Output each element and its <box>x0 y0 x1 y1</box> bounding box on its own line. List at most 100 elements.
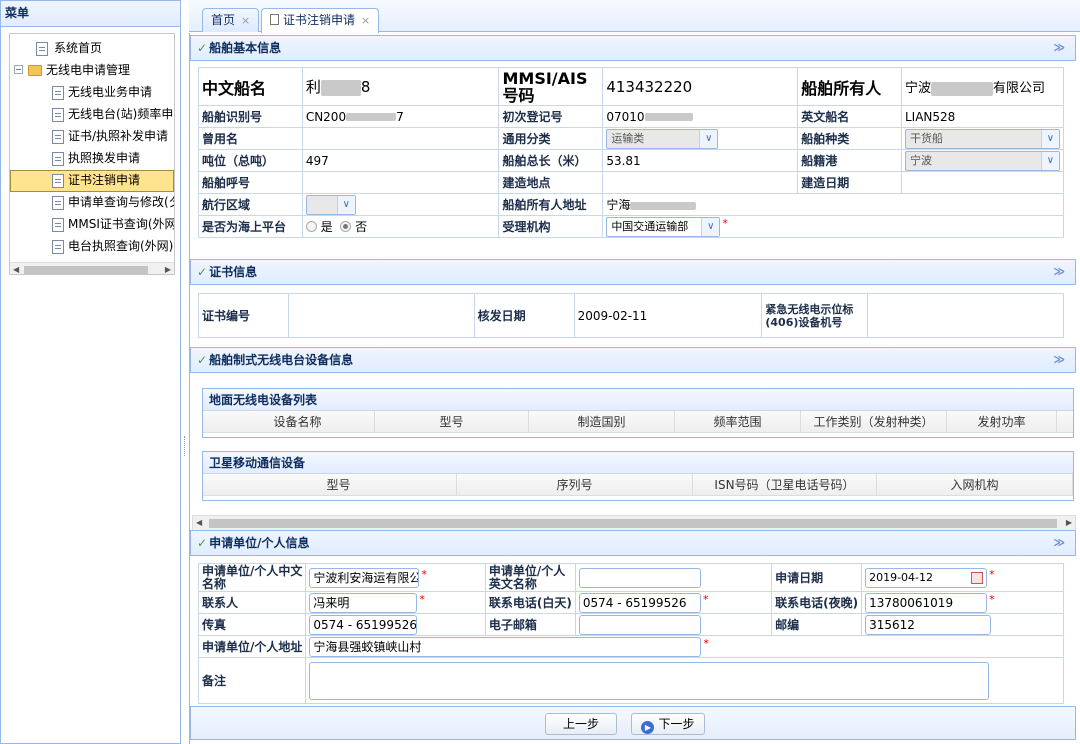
radio-yes[interactable] <box>305 221 317 232</box>
tree-item-label: 电台执照查询(外网) <box>68 239 174 253</box>
file-icon <box>52 196 64 210</box>
tree-item-renew-apply[interactable]: 执照换发申请 <box>10 148 174 170</box>
tree-item-cancel-apply[interactable]: 证书注销申请 <box>10 170 174 192</box>
scroll-left-icon[interactable]: ◀ <box>196 516 202 530</box>
next-button[interactable]: ▶ 下一步 <box>631 713 705 735</box>
applicant-info-table: 申请单位/个人中文名称 宁波利安海运有限公* 申请单位/个人英文名称 申请日期 … <box>197 563 1064 704</box>
tree-item-radio-apply-mgmt[interactable]: − 无线电申请管理 <box>10 60 174 82</box>
callsign-value <box>301 171 500 194</box>
type-label: 船舶种类 <box>797 127 902 150</box>
ground-equipment-header: 设备名称 型号 制造国别 频率范围 工作类别（发射种类） 发射功率 <box>203 411 1073 433</box>
email-input[interactable] <box>578 614 701 635</box>
id-label: 船舶识别号 <box>198 105 303 128</box>
panel-header-applicant[interactable]: ✓ 申请单位/个人信息 ≫ <box>190 530 1076 556</box>
applicant-en-name-input[interactable] <box>578 567 701 588</box>
tree-item-reissue-apply[interactable]: 证书/执照补发申请 <box>10 126 174 148</box>
tree-item-license-query[interactable]: 电台执照查询(外网) <box>10 236 174 258</box>
tree-item-mmsi-query[interactable]: MMSI证书查询(外网 <box>10 214 174 236</box>
close-icon[interactable]: × <box>241 14 250 27</box>
panel-header-cert[interactable]: ✓ 证书信息 ≫ <box>190 259 1076 285</box>
tree-item-query-modify[interactable]: 申请单查询与修改(夕 <box>10 192 174 214</box>
build-date-value <box>900 171 1065 194</box>
type-select[interactable]: 干货船 ∨ <box>904 128 1060 149</box>
contact-input[interactable]: 冯来明 <box>309 592 418 613</box>
length-value: 53.81 <box>602 149 799 172</box>
file-icon <box>52 86 64 100</box>
note-textarea[interactable] <box>309 661 990 700</box>
authority-select[interactable]: 中国交通运输部 ∨ <box>606 216 721 237</box>
file-icon <box>52 174 64 188</box>
tree-item-home[interactable]: 系统首页 <box>10 38 174 60</box>
splitter-grip[interactable] <box>184 436 186 456</box>
col-device-name[interactable]: 设备名称 <box>221 411 375 432</box>
cn-name-label: 中文船名 <box>198 67 303 106</box>
file-icon <box>52 218 64 232</box>
scroll-right-icon[interactable]: ▶ <box>1066 516 1072 530</box>
fax-input[interactable]: 0574 - 65199526 <box>309 614 418 635</box>
scroll-thumb[interactable] <box>209 519 1057 528</box>
chevron-down-icon[interactable]: ∨ <box>699 129 718 148</box>
collapse-icon[interactable]: − <box>14 65 23 74</box>
chevron-down-icon[interactable]: ∨ <box>336 195 355 214</box>
panel-header-radio[interactable]: ✓ 船舶制式无线电台设备信息 ≫ <box>190 347 1076 373</box>
tree-item-label: 申请单查询与修改(夕 <box>68 195 175 209</box>
chevron-down-icon[interactable]: ∨ <box>1040 151 1059 170</box>
layout-splitter[interactable] <box>181 0 189 744</box>
phone-night-input[interactable]: 13780061019 <box>865 592 988 613</box>
address-input[interactable]: 宁海县强蛟镇峡山村 <box>309 636 702 657</box>
chevron-down-icon[interactable]: ∨ <box>1040 129 1059 148</box>
category-select[interactable]: 运输类 ∨ <box>606 128 719 149</box>
category-label: 通用分类 <box>498 127 604 150</box>
close-icon[interactable]: × <box>361 14 370 27</box>
calendar-icon[interactable] <box>971 571 984 584</box>
panel-header-ship[interactable]: ✓ 船舶基本信息 ≫ <box>190 35 1076 61</box>
col-sat-model[interactable]: 型号 <box>221 474 457 495</box>
collapse-icon[interactable]: ≫ <box>1053 36 1065 60</box>
col-work-type[interactable]: 工作类别（发射种类） <box>801 411 947 432</box>
tree-item-frequency-apply[interactable]: 无线电台(站)频率申 <box>10 104 174 126</box>
applicant-cn-name-label: 申请单位/个人中文名称 <box>197 563 307 592</box>
tree-item-label: 无线电业务申请 <box>68 85 153 99</box>
epirb-label: 紧急无线电示位标(406)设备机号 <box>761 293 869 338</box>
applicant-cn-name-input[interactable]: 宁波利安海运有限公 <box>309 567 420 588</box>
tab-cert-cancel[interactable]: 证书注销申请 × <box>261 8 380 33</box>
owner-addr-value: 宁海 <box>602 193 1064 216</box>
apply-date-input[interactable]: 2019-04-12 <box>865 567 988 588</box>
tab-home[interactable]: 首页 × <box>202 8 260 32</box>
collapse-icon[interactable]: ≫ <box>1053 348 1065 372</box>
col-network[interactable]: 入网机构 <box>877 474 1073 495</box>
collapse-icon[interactable]: ≫ <box>1053 531 1065 555</box>
email-cell <box>574 613 773 636</box>
scroll-right-icon[interactable]: ▶ <box>165 263 171 274</box>
phone-day-label: 联系电话(白天) <box>484 591 576 614</box>
col-isn[interactable]: ISN号码（卫星电话号码） <box>693 474 877 495</box>
required-mark: * <box>703 636 709 650</box>
ground-equipment-grid: 地面无线电设备列表 设备名称 型号 制造国别 频率范围 工作类别（发射种类） 发… <box>202 388 1074 438</box>
scroll-thumb[interactable] <box>24 266 148 274</box>
length-label: 船舶总长（米） <box>498 149 604 172</box>
port-select[interactable]: 宁波 ∨ <box>904 150 1060 171</box>
horizontal-scrollbar[interactable]: ◀ ▶ <box>192 515 1076 531</box>
satellite-equipment-title: 卫星移动通信设备 <box>203 452 1073 474</box>
collapse-icon[interactable]: ≫ <box>1053 260 1065 284</box>
col-country[interactable]: 制造国别 <box>529 411 675 432</box>
radio-no[interactable] <box>340 221 352 232</box>
phone-day-input[interactable]: 0574 - 65199526 <box>578 592 701 613</box>
col-power[interactable]: 发射功率 <box>947 411 1057 432</box>
authority-label: 受理机构 <box>498 215 604 238</box>
col-serial[interactable]: 序列号 <box>457 474 693 495</box>
chevron-down-icon[interactable]: ∨ <box>701 217 720 236</box>
button-bar: 上一步 ▶ 下一步 <box>190 706 1076 740</box>
build-place-label: 建造地点 <box>498 171 604 194</box>
tree-item-label: 执照换发申请 <box>68 151 141 165</box>
zip-input[interactable]: 315612 <box>865 614 992 635</box>
area-select[interactable]: ∨ <box>305 194 356 215</box>
prev-button[interactable]: 上一步 <box>545 713 617 735</box>
col-model[interactable]: 型号 <box>375 411 529 432</box>
applicant-en-name-label: 申请单位/个人英文名称 <box>484 563 576 592</box>
col-frequency[interactable]: 频率范围 <box>675 411 801 432</box>
tree-item-business-apply[interactable]: 无线电业务申请 <box>10 82 174 104</box>
tree-horizontal-scrollbar[interactable]: ◀ ▶ <box>10 262 174 274</box>
scroll-left-icon[interactable]: ◀ <box>13 263 19 274</box>
zip-cell: 315612 <box>861 613 1064 636</box>
